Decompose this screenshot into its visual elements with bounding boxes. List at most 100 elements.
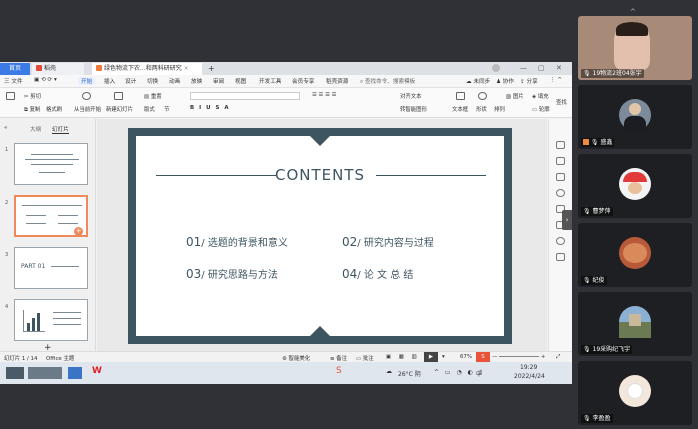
copy-button[interactable]: ⧉ 复制 bbox=[24, 105, 40, 114]
menu-start[interactable]: 开始 bbox=[78, 77, 96, 85]
share-button[interactable]: ⇪ 分享 bbox=[520, 77, 538, 85]
collab-button[interactable]: ♟ 协作 bbox=[496, 77, 514, 85]
cut-label: 剪切 bbox=[30, 94, 42, 100]
avatar-icon[interactable] bbox=[492, 64, 500, 72]
paste-icon[interactable] bbox=[6, 92, 15, 100]
participant-tile-6[interactable]: 🎙︎ 李盈盈 bbox=[578, 361, 692, 425]
menu-insert[interactable]: 插入 bbox=[104, 77, 115, 85]
search-command[interactable]: ⌕ 查找命令、搜索模板 bbox=[360, 77, 415, 86]
play-slideshow-icon[interactable]: ▶ bbox=[424, 352, 438, 362]
participant-tile-1[interactable]: 🎙︎ 19物流2班04张宇 bbox=[578, 16, 692, 80]
taskbar-meeting-icon[interactable] bbox=[68, 367, 82, 379]
thumb-number: 4 bbox=[5, 304, 9, 310]
ime-indicator[interactable]: 中 bbox=[476, 369, 482, 378]
avatar bbox=[619, 168, 651, 200]
font-select[interactable] bbox=[190, 92, 300, 100]
fit-icon[interactable]: ⤢ bbox=[556, 354, 560, 361]
menu-devtools[interactable]: 开发工具 bbox=[259, 77, 281, 85]
share-label: 分享 bbox=[526, 79, 538, 85]
settings-icon[interactable] bbox=[556, 189, 565, 197]
menu-design[interactable]: 设计 bbox=[125, 77, 136, 85]
help-icon[interactable] bbox=[556, 237, 565, 245]
menu-file[interactable]: 三 文件 bbox=[4, 77, 23, 85]
slide-thumbnail-2[interactable]: + bbox=[14, 195, 88, 237]
zoom-slider[interactable]: — + bbox=[492, 354, 545, 360]
property-icon[interactable] bbox=[556, 141, 565, 149]
from-start-button[interactable]: 从当前开始 bbox=[74, 105, 101, 113]
comments-button[interactable]: ▭ 批注 bbox=[356, 354, 374, 362]
participant-tile-4[interactable]: 🎙︎ 纪俊 bbox=[578, 223, 692, 287]
new-tab-button[interactable]: + bbox=[204, 63, 215, 75]
cut-button[interactable]: ✂ 剪切 bbox=[24, 92, 41, 100]
menu-slideshow[interactable]: 放映 bbox=[191, 77, 202, 85]
collapse-panel-icon[interactable]: « bbox=[4, 125, 7, 131]
slide-thumbnail-3[interactable]: PART 01 bbox=[14, 247, 88, 289]
item-text: 研究思路与方法 bbox=[207, 270, 278, 281]
animation-icon[interactable] bbox=[556, 173, 565, 181]
fill-button[interactable]: ◈ 填充 bbox=[532, 92, 549, 100]
participant-video bbox=[614, 22, 650, 70]
collapse-panel-button[interactable]: › bbox=[562, 210, 572, 230]
slide-triangle-top bbox=[310, 136, 330, 146]
ime-s-icon[interactable]: S bbox=[476, 352, 490, 362]
shape-icon bbox=[478, 92, 487, 100]
participant-tile-2[interactable]: 🎙︎ 盛鑫 bbox=[578, 85, 692, 149]
menu-member[interactable]: 会员专享 bbox=[292, 77, 314, 85]
minimize-icon[interactable]: — bbox=[520, 64, 527, 72]
menu-animation[interactable]: 动画 bbox=[169, 77, 180, 85]
add-slide-icon[interactable]: + bbox=[74, 227, 83, 236]
notes-button[interactable]: ≡ 备注 bbox=[330, 354, 347, 362]
unsync-button[interactable]: ☁ 未同步 bbox=[466, 77, 490, 85]
item-number: 01 bbox=[186, 235, 202, 249]
participant-tile-3[interactable]: 🎙︎ 曹梦萍 bbox=[578, 154, 692, 218]
taskbar-app-icon[interactable] bbox=[6, 367, 24, 379]
tab-document[interactable]: 绿色物流下农...和两科研研究 × bbox=[92, 63, 202, 75]
toolbar-quick-icons[interactable]: ▣ ⟲ ⟳ ▾ bbox=[34, 77, 57, 83]
daoke-icon bbox=[36, 65, 42, 71]
image-button[interactable]: ▨ 图片 bbox=[506, 92, 524, 100]
arrange-button[interactable]: 排列 bbox=[494, 105, 505, 113]
beautify-button[interactable]: ⚙ 智能美化 bbox=[282, 354, 310, 362]
avatar bbox=[619, 99, 651, 131]
maximize-icon[interactable]: ▢ bbox=[538, 64, 545, 72]
tray-s-icon[interactable]: S bbox=[336, 366, 342, 376]
slide-thumbnail-1[interactable] bbox=[14, 143, 88, 185]
wps-taskbar-icon[interactable]: W bbox=[92, 366, 102, 376]
tab-home[interactable]: 首页 bbox=[0, 63, 30, 75]
menu-resources[interactable]: 稻壳资源 bbox=[326, 77, 348, 85]
participant-tile-5[interactable]: 🎙︎ 19采购纪飞宇 bbox=[578, 292, 692, 356]
menu-switch[interactable]: 切换 bbox=[147, 77, 158, 85]
thumb-number: 1 bbox=[5, 147, 9, 153]
shape-button[interactable]: 形状 bbox=[476, 105, 487, 113]
slide-thumbnail-4[interactable] bbox=[14, 299, 88, 341]
tab-outline[interactable]: 大纲 bbox=[30, 125, 41, 133]
item-text: 论 文 总 结 bbox=[363, 270, 414, 281]
font-style-buttons[interactable]: BIUSA bbox=[190, 105, 234, 111]
tab-slides[interactable]: 幻灯片 bbox=[52, 125, 69, 134]
textbox-button[interactable]: 文本框 bbox=[452, 105, 468, 113]
location-icon[interactable] bbox=[556, 253, 565, 261]
current-slide[interactable]: CONTENTS 01/ 选题的背景和意义 02/ 研究内容与过程 03/ 研究… bbox=[128, 128, 512, 344]
scroll-up-icon[interactable]: ^ bbox=[630, 8, 636, 16]
window-close-icon[interactable]: ✕ bbox=[556, 64, 562, 72]
paragraph-buttons[interactable]: ☰ ☰ ☰ ☰ bbox=[312, 92, 336, 98]
more-icon[interactable]: ⋮ ^ bbox=[550, 77, 562, 83]
smart-art-button[interactable]: 转智能图形 bbox=[400, 105, 427, 113]
format-painter-button[interactable]: 格式刷 bbox=[46, 105, 62, 113]
view-mode-icons[interactable]: ▣ ▦ ▥ bbox=[386, 354, 420, 360]
layout-button[interactable]: ▤ 重置 bbox=[144, 92, 162, 100]
close-icon[interactable]: × bbox=[184, 65, 189, 72]
align-text-button[interactable]: 对齐文本 bbox=[400, 92, 422, 100]
find-button[interactable]: 查找 bbox=[556, 98, 567, 106]
menu-view[interactable]: 视图 bbox=[235, 77, 246, 85]
layout-menu[interactable]: 版式 bbox=[144, 105, 155, 113]
style-icon[interactable] bbox=[556, 157, 565, 165]
unsync-label: 未同步 bbox=[473, 79, 491, 85]
taskbar-search[interactable] bbox=[28, 367, 62, 379]
zoom-menu-icon[interactable]: ▾ bbox=[442, 354, 445, 360]
outline-button[interactable]: ▭ 轮廓 bbox=[532, 105, 550, 113]
tab-daoke[interactable]: 稻壳 bbox=[32, 63, 84, 75]
menu-review[interactable]: 审阅 bbox=[213, 77, 224, 85]
section-menu[interactable]: 节 bbox=[164, 105, 169, 113]
new-slide-button[interactable]: 新建幻灯片 bbox=[106, 105, 133, 113]
